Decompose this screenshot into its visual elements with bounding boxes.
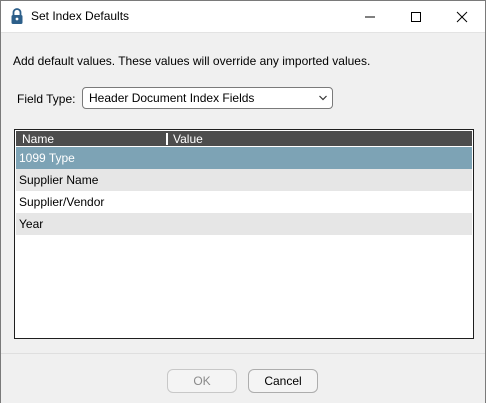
field-type-dropdown[interactable]: Header Document Index Fields	[82, 87, 333, 109]
maximize-button[interactable]	[393, 1, 439, 32]
field-type-selected-value: Header Document Index Fields	[89, 91, 255, 105]
maximize-icon	[411, 11, 421, 22]
field-type-label: Field Type:	[17, 92, 76, 106]
window-title: Set Index Defaults	[31, 9, 130, 23]
chevron-down-icon	[319, 95, 327, 101]
row-name-cell: Supplier/Vendor	[19, 195, 105, 209]
table-row[interactable]: Supplier/Vendor	[16, 191, 472, 213]
row-name-cell: 1099 Type	[19, 151, 75, 165]
column-header-name[interactable]: Name	[22, 132, 54, 146]
minimize-icon	[365, 16, 375, 17]
dialog-window: Set Index Defaults Add default values. T…	[0, 0, 486, 403]
table-row[interactable]: Supplier Name	[16, 169, 472, 191]
table-row[interactable]: 1099 Type	[16, 147, 472, 169]
column-divider[interactable]	[166, 133, 168, 145]
lock-icon	[11, 8, 23, 24]
index-fields-grid[interactable]: Name Value 1099 Type Supplier Name Suppl…	[14, 129, 474, 339]
instructions-text: Add default values. These values will ov…	[13, 54, 371, 68]
ok-button[interactable]: OK	[167, 369, 237, 393]
close-icon	[456, 11, 468, 22]
close-button[interactable]	[439, 1, 485, 32]
dialog-footer: OK Cancel	[1, 353, 485, 403]
grid-header: Name Value	[16, 131, 472, 146]
row-name-cell: Supplier Name	[19, 173, 99, 187]
minimize-button[interactable]	[347, 1, 393, 32]
title-bar[interactable]: Set Index Defaults	[1, 1, 485, 33]
column-header-value[interactable]: Value	[173, 132, 203, 146]
row-name-cell: Year	[19, 217, 44, 231]
table-row[interactable]: Year	[16, 213, 472, 235]
cancel-button[interactable]: Cancel	[248, 369, 318, 393]
